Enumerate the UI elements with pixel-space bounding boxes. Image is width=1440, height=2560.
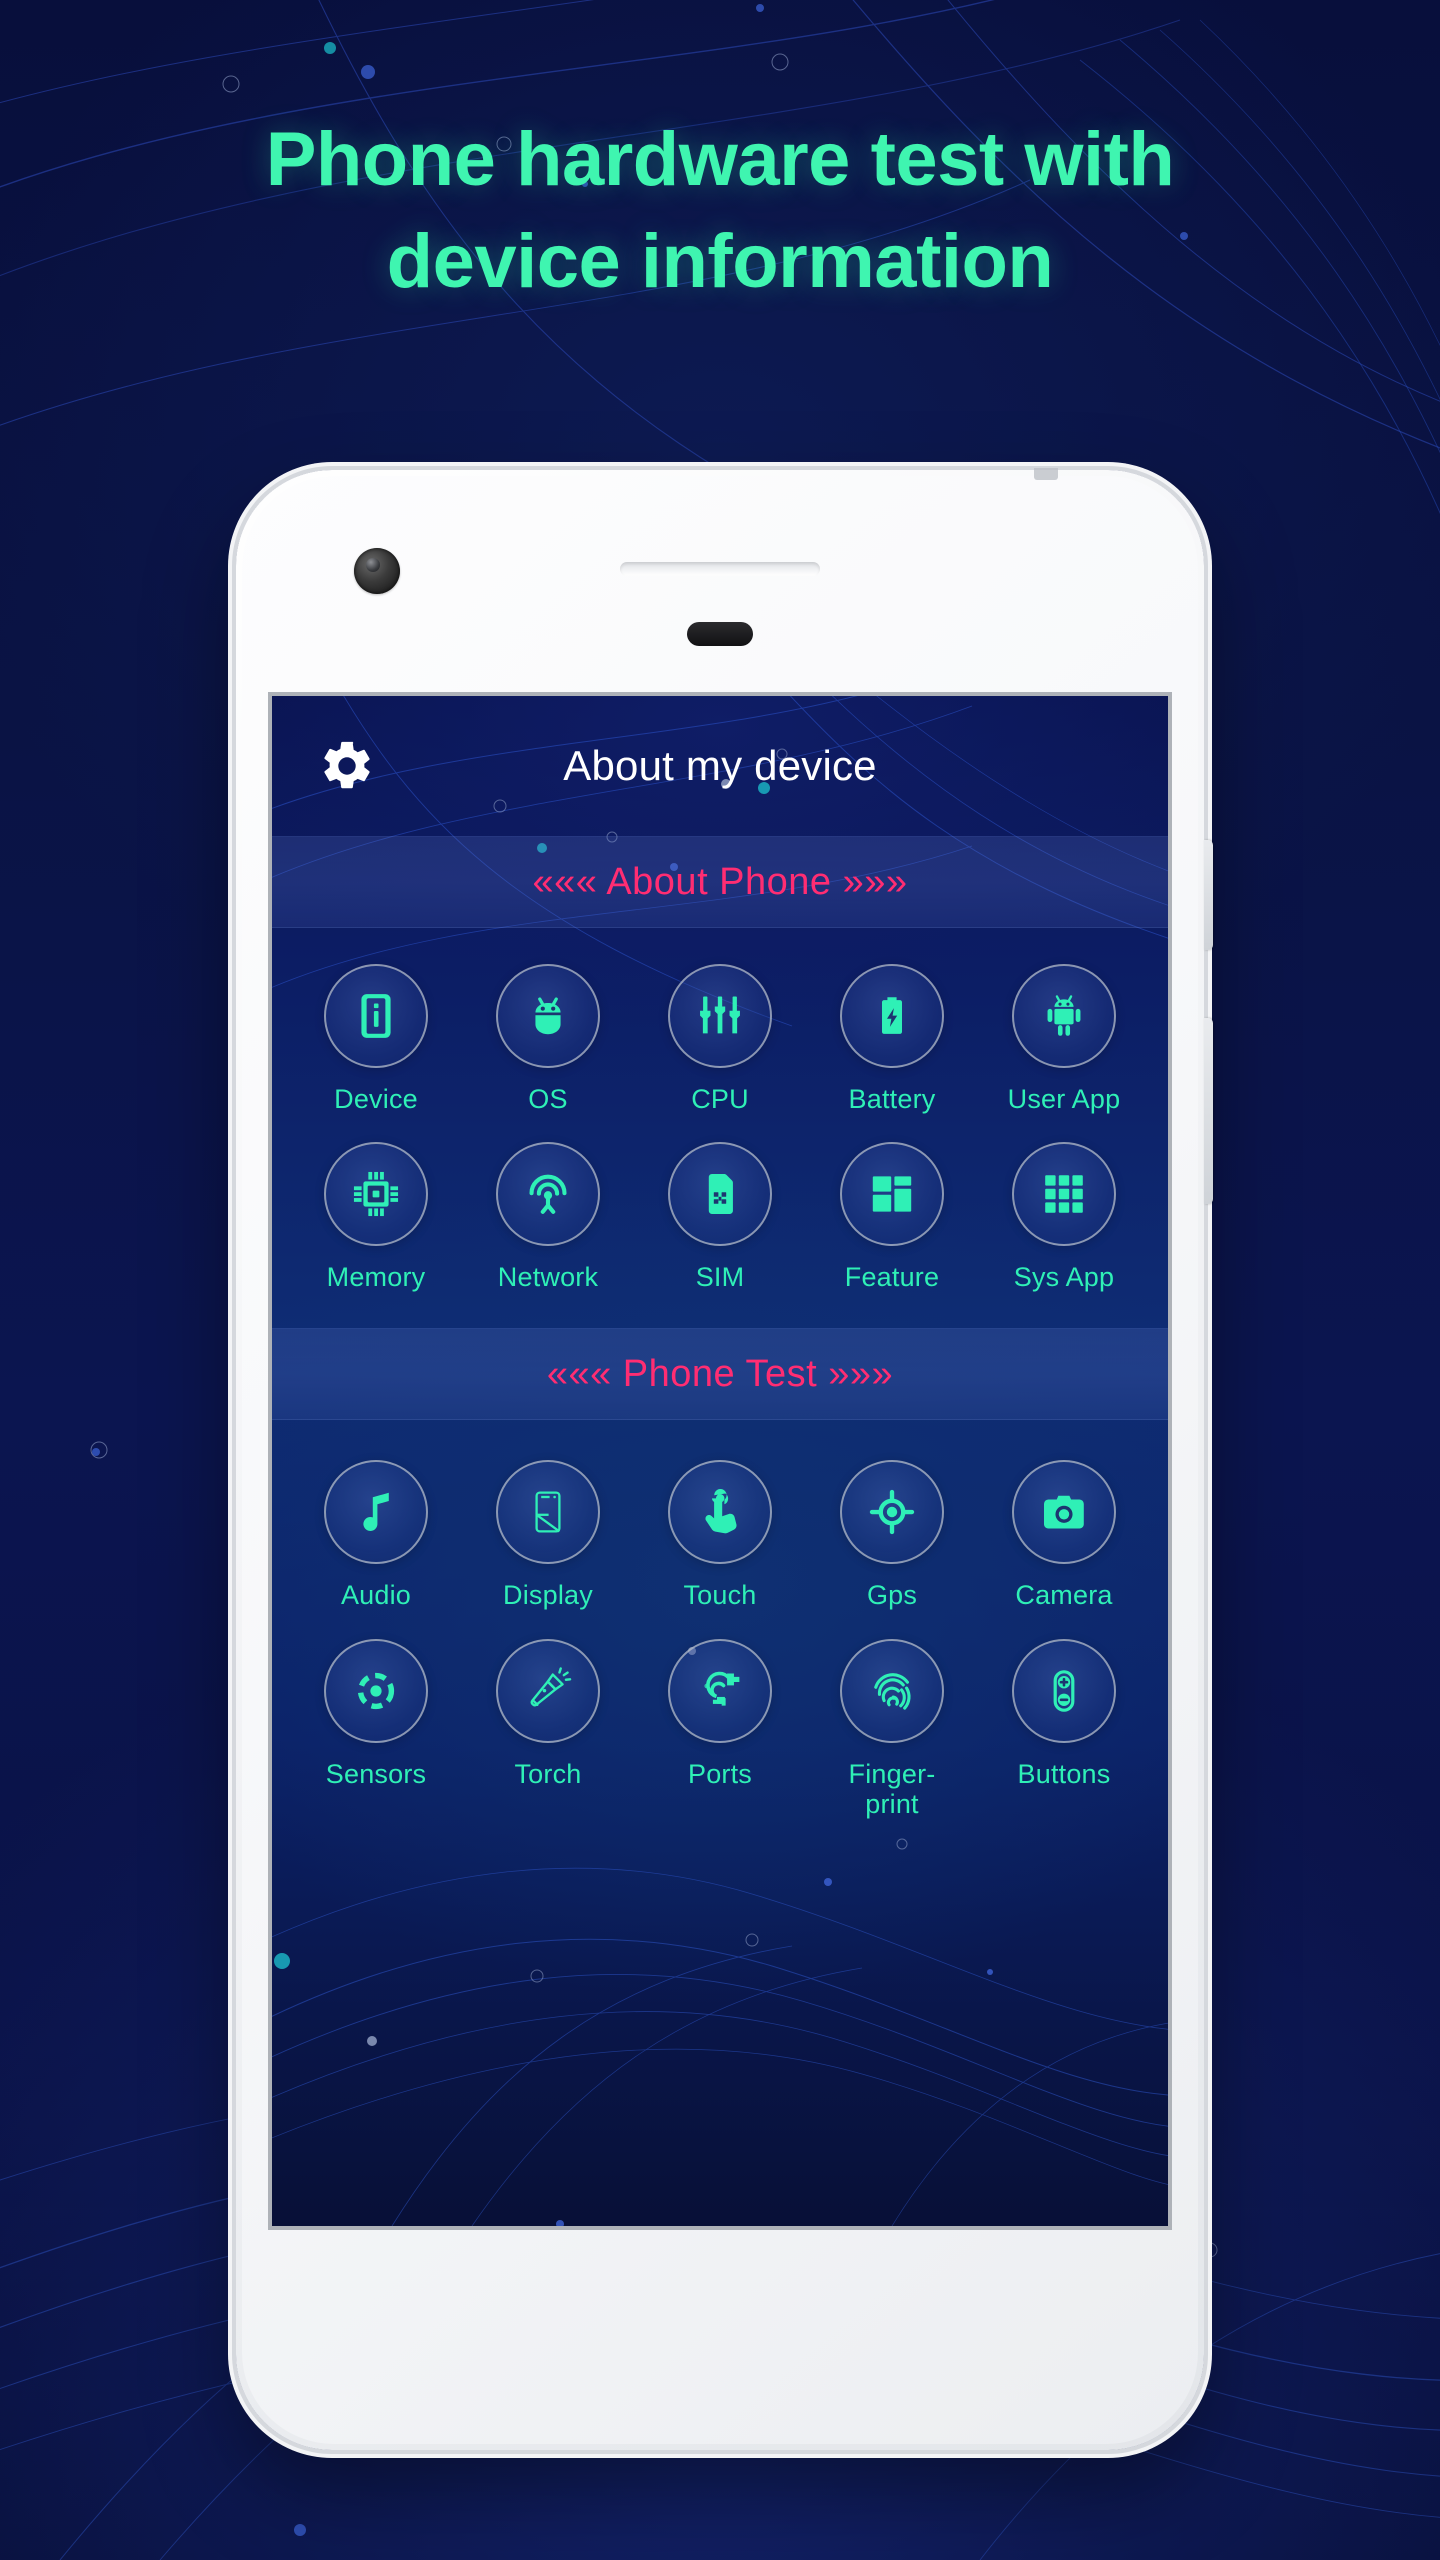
tile-label: SIM [695,1262,745,1293]
tile-label: OS [528,1084,568,1114]
camera-icon [1012,1460,1116,1565]
tile-label: User App [1007,1084,1121,1114]
tile-label: Device [334,1084,418,1114]
cpu-sliders-icon [668,964,772,1068]
tile-label: Network [497,1262,599,1293]
tile-display[interactable]: Display [462,1450,634,1628]
tile-touch[interactable]: Touch [634,1450,806,1628]
about-phone-grid: Device OS CPU Battery User App Memory Ne… [272,928,1168,1328]
tile-label: Gps [866,1580,918,1611]
volume-button[interactable] [1204,1018,1213,1204]
network-antenna-icon [496,1142,600,1247]
tile-label: Camera [1015,1580,1113,1611]
tile-label: Battery [848,1084,936,1114]
device-info-icon [324,964,428,1068]
tile-buttons[interactable]: Buttons [978,1629,1150,1837]
tile-gps[interactable]: Gps [806,1450,978,1628]
tile-label: CPU [691,1084,749,1114]
memory-chip-icon [324,1142,428,1247]
phone-body: About my device ««« About Phone »»» Devi… [236,468,1213,2450]
section-band-phone-test: ««« Phone Test »»» [272,1328,1168,1421]
tile-network[interactable]: Network [462,1132,634,1310]
battery-bolt-icon [840,964,944,1068]
tile-label: Touch [683,1580,757,1611]
phone-antenna-line [1034,468,1058,480]
tile-device[interactable]: Device [290,954,462,1132]
tile-label: Audio [340,1580,412,1611]
tile-torch[interactable]: Torch [462,1629,634,1837]
tile-ports[interactable]: Ports [634,1629,806,1837]
tile-fingerprint[interactable]: Finger- print [806,1629,978,1837]
gps-crosshair-icon [840,1460,944,1565]
headline-line-1: Phone hardware test with [265,117,1175,202]
tile-camera[interactable]: Camera [978,1450,1150,1628]
tile-label: Display [503,1580,593,1611]
tile-feature[interactable]: Feature [806,1132,978,1310]
promo-headline: Phone hardware test with device informat… [0,120,1440,302]
flashlight-icon [496,1638,600,1743]
tile-label: Ports [687,1758,753,1789]
app-content: About my device ««« About Phone »»» Devi… [272,696,1168,2226]
tile-audio[interactable]: Audio [290,1450,462,1628]
app-bar: About my device [272,696,1168,836]
front-camera-icon [354,548,400,594]
display-screen-icon [496,1460,600,1565]
sensor-pill [687,622,753,646]
android-head-icon [496,964,600,1068]
apps-grid-icon [1012,1142,1116,1247]
section-band-about-phone: ««« About Phone »»» [272,836,1168,928]
tile-sys-app[interactable]: Sys App [978,1132,1150,1310]
tile-memory[interactable]: Memory [290,1132,462,1310]
tile-label: Finger- print [848,1758,936,1819]
sensors-dashed-circle-icon [324,1638,428,1743]
phone-test-grid: Audio Display Touch Gps Camera Sensors T… [272,1420,1168,1855]
page-title: About my device [563,742,877,789]
power-button[interactable] [1204,840,1213,950]
phone-mockup: About my device ««« About Phone »»» Devi… [236,468,1213,2450]
tile-cpu[interactable]: CPU [634,954,806,1132]
fingerprint-icon [840,1638,944,1743]
section-band-label: ««« Phone Test »»» [546,1352,894,1395]
volume-buttons-icon [1012,1638,1116,1743]
tile-os[interactable]: OS [462,954,634,1132]
sim-card-icon [668,1142,772,1247]
usb-cable-icon [668,1638,772,1743]
tile-battery[interactable]: Battery [806,954,978,1132]
headline-line-2: device information [386,218,1054,304]
gear-icon[interactable] [316,735,378,797]
tile-label: Memory [326,1262,426,1293]
tile-sensors[interactable]: Sensors [290,1629,462,1837]
tile-label: Sensors [325,1758,427,1789]
section-band-label: ««« About Phone »»» [532,860,908,903]
earpiece-speaker [620,562,820,576]
touch-hand-icon [668,1460,772,1565]
tile-label: Sys App [1013,1262,1115,1293]
phone-screen[interactable]: About my device ««« About Phone »»» Devi… [272,696,1168,2226]
feature-grid-icon [840,1142,944,1247]
tile-label: Feature [844,1262,940,1293]
promo-screenshot: Phone hardware test with device informat… [0,0,1440,2560]
tile-sim[interactable]: SIM [634,1132,806,1310]
tile-label: Torch [514,1758,582,1789]
tile-user-app[interactable]: User App [978,954,1150,1132]
music-note-icon [324,1460,428,1565]
tile-label: Buttons [1017,1758,1111,1789]
android-robot-icon [1012,964,1116,1068]
